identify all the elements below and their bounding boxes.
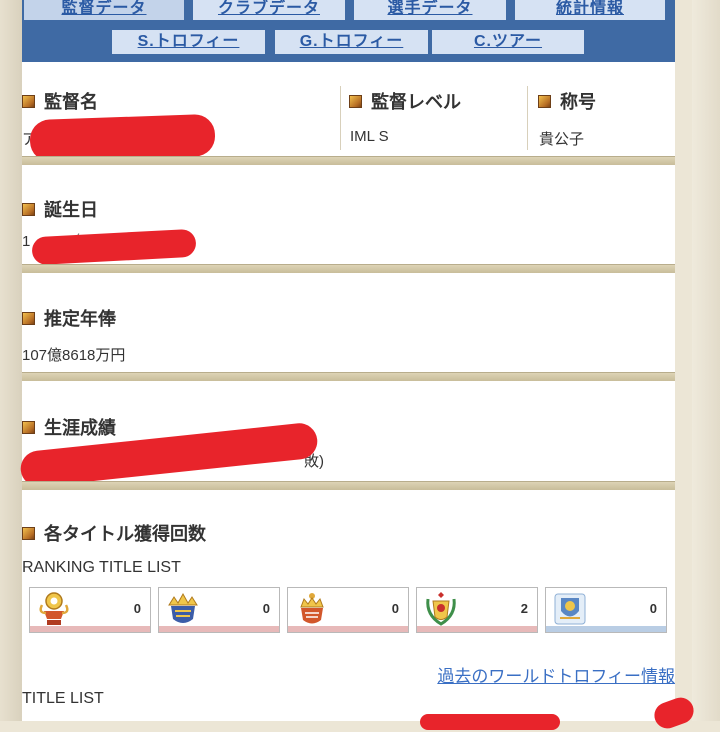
redaction-mark [420,714,560,730]
section-separator [22,372,675,381]
tab-club-data[interactable]: クラブデータ [193,0,345,20]
career-label: 生涯成績 [22,414,116,440]
trophy-box[interactable]: 0 [158,587,280,633]
bullet-icon [538,94,551,108]
trophy-box[interactable]: 2 [416,587,538,633]
tab-player-data[interactable]: 選手データ [354,0,506,20]
right-frame [692,0,720,721]
trophy-bar [546,626,666,632]
birthday-label: 誕生日 [22,196,98,222]
section-separator [22,156,675,165]
manager-name-label: 監督名 [22,88,98,114]
blue-shield-icon [554,593,586,625]
section-separator [22,264,675,273]
titles-label: 各タイトル獲得回数 [22,520,206,546]
redaction-mark [29,113,216,163]
manager-title-value: 貴公子 [539,131,585,148]
trophy-count: 0 [133,601,141,616]
trophy-bar [288,626,408,632]
title-list-label: TITLE LIST [22,690,104,707]
tab-s-trophy[interactable]: S.トロフィー [112,30,265,54]
bullet-icon [22,526,35,540]
tab-c-tour[interactable]: C.ツアー [432,30,584,54]
manager-level-value: IML S [350,128,389,145]
trophy-bar [417,626,537,632]
tab-bar: 監督データ クラブデータ 選手データ 統計情報 S.トロフィー G.トロフィー … [22,0,675,62]
manager-level-label: 監督レベル [349,88,461,114]
ranking-title-list-label: RANKING TITLE LIST [22,559,181,576]
bullet-icon [22,94,35,108]
left-frame [0,0,22,721]
page-content: 監督データ クラブデータ 選手データ 統計情報 S.トロフィー G.トロフィー … [18,0,698,732]
bullet-icon [22,202,35,216]
redaction-mark [31,228,197,266]
section-separator [22,481,675,490]
redaction-mark [650,693,698,732]
tab-manager-data[interactable]: 監督データ [24,0,184,20]
bullet-icon [349,94,362,108]
column-divider [527,86,528,150]
trophy-bar [30,626,150,632]
trophy-box[interactable]: 0 [545,587,667,633]
trophy-count: 2 [520,601,528,616]
birthday-value-start: 1 [22,233,31,250]
trophy-box[interactable]: 0 [287,587,409,633]
gold-trophy-icon [39,592,69,625]
trophy-bar [159,626,279,632]
tab-statistics[interactable]: 統計情報 [515,0,665,20]
column-divider [340,86,341,150]
laurel-emblem-icon [426,592,456,626]
royal-crest-icon [300,593,324,624]
trophy-count: 0 [262,601,270,616]
tab-g-trophy[interactable]: G.トロフィー [275,30,428,54]
crown-shield-icon [168,592,198,623]
bullet-icon [22,420,35,434]
manager-title-label: 称号 [538,88,596,114]
trophy-box[interactable]: 0 [29,587,151,633]
trophy-count: 0 [649,601,657,616]
salary-label: 推定年俸 [22,305,116,331]
bullet-icon [22,311,35,325]
past-world-trophy-link[interactable]: 過去のワールドトロフィー情報 [437,662,675,687]
salary-value: 107億8618万円 [22,347,126,364]
trophy-count: 0 [391,601,399,616]
